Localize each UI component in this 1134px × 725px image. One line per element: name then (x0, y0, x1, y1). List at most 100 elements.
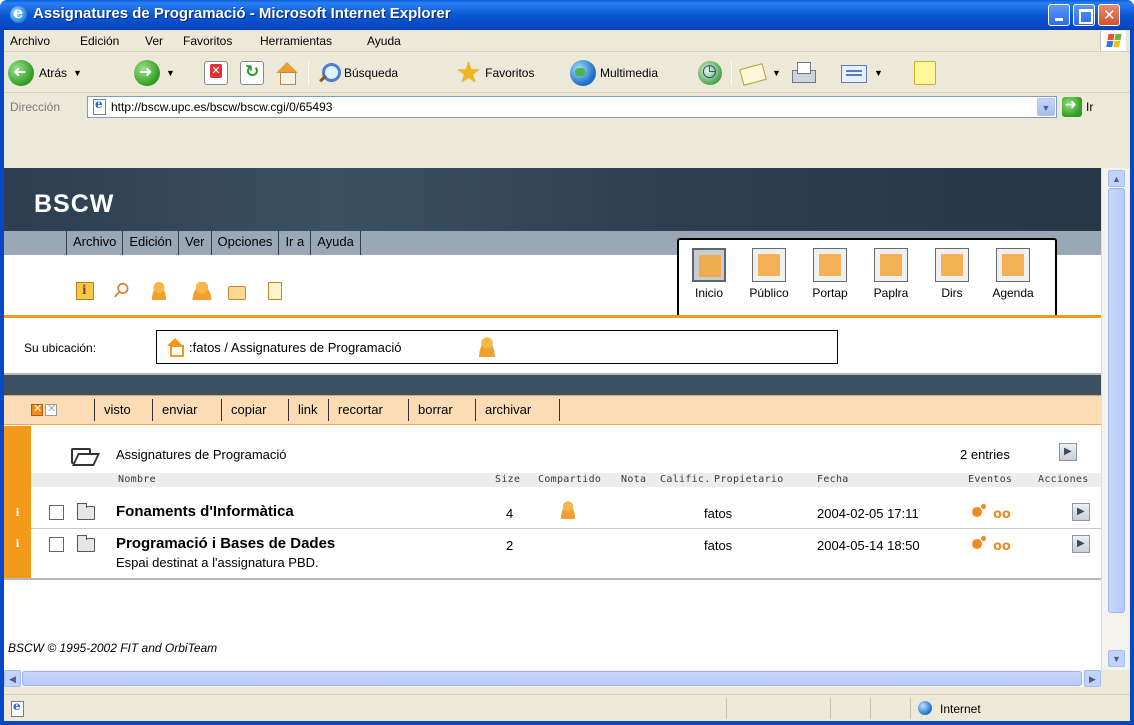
calendar-icon (996, 248, 1030, 282)
events-icon[interactable] (972, 504, 986, 518)
forward-button[interactable]: ▼ (134, 60, 175, 86)
row-owner[interactable]: fatos (704, 506, 732, 521)
folder-icon[interactable] (77, 503, 95, 520)
document-icon[interactable] (268, 282, 282, 300)
edit-dropdown-icon[interactable]: ▼ (874, 68, 883, 78)
folder-icon[interactable] (77, 535, 95, 552)
bscw-logo[interactable]: BSCW (34, 190, 114, 219)
bscw-menu-archivo[interactable]: Archivo (66, 231, 122, 255)
action-borrar[interactable]: borrar (418, 402, 453, 417)
mail-dropdown-icon[interactable]: ▼ (772, 68, 781, 78)
action-archivar[interactable]: archivar (485, 402, 531, 417)
bscw-menu-ir-a[interactable]: Ir a (278, 231, 310, 255)
select-all-icon[interactable] (31, 402, 43, 416)
col-note[interactable]: Nota (621, 474, 646, 485)
address-url[interactable]: http://bscw.upc.es/bscw/bscw.cgi/0/65493 (111, 100, 332, 114)
horizontal-scrollbar[interactable]: ◀ ▶ (4, 670, 1101, 687)
bscw-menu-ver[interactable]: Ver (178, 231, 211, 255)
nav-paplra[interactable]: Paplra (866, 248, 916, 300)
history-button[interactable] (698, 60, 722, 86)
edit-button[interactable]: ▼ (840, 60, 883, 86)
nav-inicio[interactable]: Inicio (684, 248, 734, 300)
folder-icon[interactable] (228, 286, 246, 300)
vertical-scrollbar[interactable]: ▲ ▼ (1101, 168, 1130, 670)
refresh-button[interactable] (240, 60, 264, 86)
row-checkbox[interactable] (49, 505, 64, 520)
go-label[interactable]: Ir (1086, 100, 1093, 114)
col-shared[interactable]: Compartido (538, 474, 601, 485)
col-events[interactable]: Eventos (968, 474, 1012, 485)
bscw-menu-ayuda[interactable]: Ayuda (310, 231, 361, 255)
close-button[interactable] (1098, 4, 1120, 26)
address-input[interactable]: http://bscw.upc.es/bscw/bscw.cgi/0/65493… (87, 96, 1057, 118)
mail-button[interactable]: ▼ (740, 60, 781, 86)
glasses-icon[interactable]: oo (993, 539, 1011, 554)
nav-dirs[interactable]: Dirs (927, 248, 977, 300)
discuss-button[interactable] (914, 60, 936, 86)
row-info-icon[interactable]: i (4, 534, 31, 558)
members-icon[interactable] (190, 282, 214, 300)
address-dropdown-icon[interactable]: ▼ (1037, 98, 1055, 116)
col-size[interactable]: Size (495, 474, 520, 485)
col-owner[interactable]: Propietario (714, 474, 784, 485)
scroll-down-icon[interactable]: ▼ (1108, 650, 1125, 667)
row-checkbox[interactable] (49, 537, 64, 552)
col-name[interactable]: Nombre (118, 474, 156, 485)
bscw-menu-edicion[interactable]: Edición (122, 231, 178, 255)
forward-dropdown-icon[interactable]: ▼ (166, 68, 175, 78)
menu-ver[interactable]: Ver (145, 34, 163, 48)
breadcrumb-path[interactable]: :fatos / Assignatures de Programació (189, 340, 401, 355)
home-button[interactable] (274, 60, 300, 86)
maximize-button[interactable] (1073, 4, 1095, 26)
action-recortar[interactable]: recortar (338, 402, 383, 417)
minimize-button[interactable] (1048, 4, 1070, 26)
scroll-up-icon[interactable]: ▲ (1108, 170, 1125, 187)
favorites-button[interactable]: ★ Favoritos (456, 59, 534, 87)
info-icon[interactable] (76, 282, 94, 300)
title-bar[interactable]: Assignatures de Programació - Microsoft … (0, 0, 1134, 30)
vertical-scroll-thumb[interactable] (1108, 188, 1125, 613)
col-date[interactable]: Fecha (817, 474, 849, 485)
home-icon[interactable] (167, 338, 184, 357)
search-key-icon[interactable] (114, 282, 132, 300)
glasses-icon[interactable]: oo (993, 507, 1011, 522)
action-visto[interactable]: visto (104, 402, 131, 417)
scroll-left-icon[interactable]: ◀ (4, 670, 21, 687)
go-arrow-icon[interactable] (1062, 97, 1082, 117)
search-button[interactable]: Búsqueda (316, 60, 398, 86)
stop-button[interactable] (204, 60, 228, 86)
menu-herramientas[interactable]: Herramientas (260, 34, 332, 48)
member-icon[interactable] (150, 282, 168, 300)
back-dropdown-icon[interactable]: ▼ (73, 68, 82, 78)
next-page-button[interactable] (1059, 443, 1077, 461)
col-rating[interactable]: Calific. (660, 474, 711, 485)
horizontal-scroll-thumb[interactable] (22, 671, 1082, 686)
row-name[interactable]: Programació i Bases de Dades (116, 535, 335, 552)
action-copiar[interactable]: copiar (231, 402, 266, 417)
footer-copyright[interactable]: BSCW © 1995-2002 FIT and OrbiTeam (8, 641, 217, 655)
nav-portap[interactable]: Portap (805, 248, 855, 300)
nav-publico[interactable]: Público (744, 248, 794, 300)
back-button[interactable]: Atrás ▼ (8, 60, 82, 86)
col-actions[interactable]: Acciones (1038, 474, 1089, 485)
row-name[interactable]: Fonaments d'Informàtica (116, 503, 294, 520)
print-button[interactable] (790, 60, 816, 86)
nav-agenda[interactable]: Agenda (988, 248, 1038, 300)
deselect-all-icon[interactable] (45, 402, 57, 416)
menu-archivo[interactable]: Archivo (10, 34, 50, 48)
row-actions-button[interactable] (1072, 503, 1090, 521)
row-owner[interactable]: fatos (704, 538, 732, 553)
action-link[interactable]: link (298, 402, 318, 417)
shared-icon[interactable] (559, 501, 577, 519)
scroll-right-icon[interactable]: ▶ (1084, 670, 1101, 687)
events-icon[interactable] (972, 536, 986, 550)
media-button[interactable]: Multimedia (570, 60, 658, 86)
row-info-icon[interactable]: i (4, 503, 31, 527)
action-enviar[interactable]: enviar (162, 402, 197, 417)
menu-favoritos[interactable]: Favoritos (183, 34, 232, 48)
menu-edicion[interactable]: Edición (80, 34, 119, 48)
action-separator (288, 399, 289, 421)
row-actions-button[interactable] (1072, 535, 1090, 553)
menu-ayuda[interactable]: Ayuda (367, 34, 401, 48)
bscw-menu-opciones[interactable]: Opciones (210, 231, 279, 255)
